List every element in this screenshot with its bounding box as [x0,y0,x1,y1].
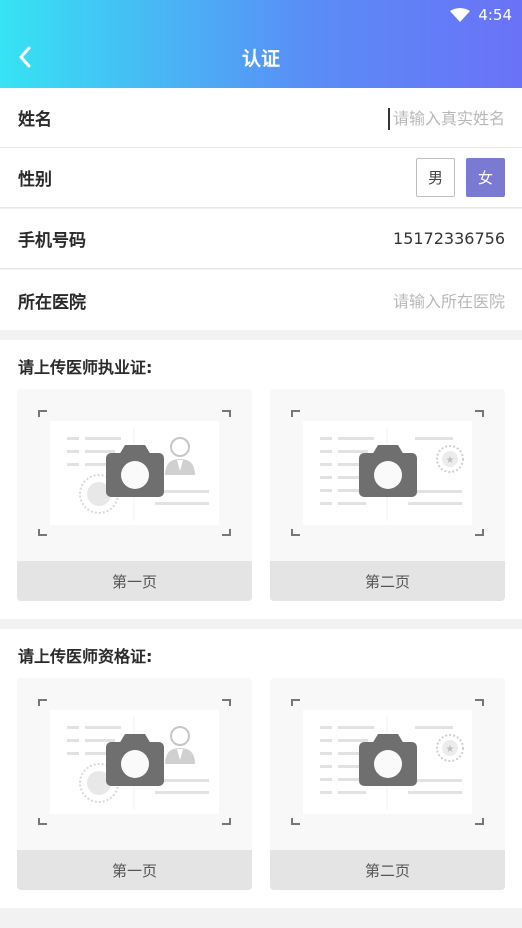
card-caption: 第一页 [17,850,252,890]
hospital-row: 所在医院 请输入所在医院 [0,270,522,330]
name-label: 姓名 [18,110,52,130]
card-caption: 第一页 [17,561,252,601]
qualification-page2-upload[interactable]: ★ 第二页 [270,678,505,890]
app-header: 4:54 认证 [0,0,522,88]
phone-value: 15172336756 [393,229,505,248]
id-back-illustration: ★ [291,699,484,825]
hospital-input[interactable]: 请输入所在医院 [393,288,505,312]
status-bar: 4:54 [450,5,512,25]
practice-license-section: 请上传医师执业证: 第一页 ★ 第二页 [0,340,522,619]
id-front-illustration [38,410,231,536]
qualification-certificate-section: 请上传医师资格证: 第一页 ★ 第二页 [0,629,522,908]
id-back-illustration: ★ [291,410,484,536]
practice-license-page1-upload[interactable]: 第一页 [17,389,252,601]
qualification-certificate-title: 请上传医师资格证: [18,647,153,666]
page-title: 认证 [241,48,280,70]
gender-female-button[interactable]: 女 [466,158,505,197]
name-input[interactable]: 请输入真实姓名 [388,105,505,131]
phone-row: 手机号码 15172336756 [0,209,522,269]
text-cursor [388,108,390,131]
qualification-page1-upload[interactable]: 第一页 [17,678,252,890]
svg-text:★: ★ [446,455,455,466]
practice-license-title: 请上传医师执业证: [18,358,153,377]
gender-row: 性别 男 女 [0,148,522,208]
card-caption: 第二页 [270,850,505,890]
card-caption: 第二页 [270,561,505,601]
wifi-icon [450,8,471,22]
hospital-label: 所在医院 [18,292,86,313]
name-placeholder: 请输入真实姓名 [392,108,505,128]
practice-license-page2-upload[interactable]: ★ 第二页 [270,389,505,601]
status-time: 4:54 [478,6,512,24]
name-row: 姓名 请输入真实姓名 [0,88,522,148]
gender-male-button[interactable]: 男 [416,158,455,197]
id-front-illustration [38,699,231,825]
gender-selector: 男 女 [416,158,505,197]
phone-label: 手机号码 [18,231,86,251]
svg-text:★: ★ [446,744,455,755]
gender-label: 性别 [18,170,52,190]
